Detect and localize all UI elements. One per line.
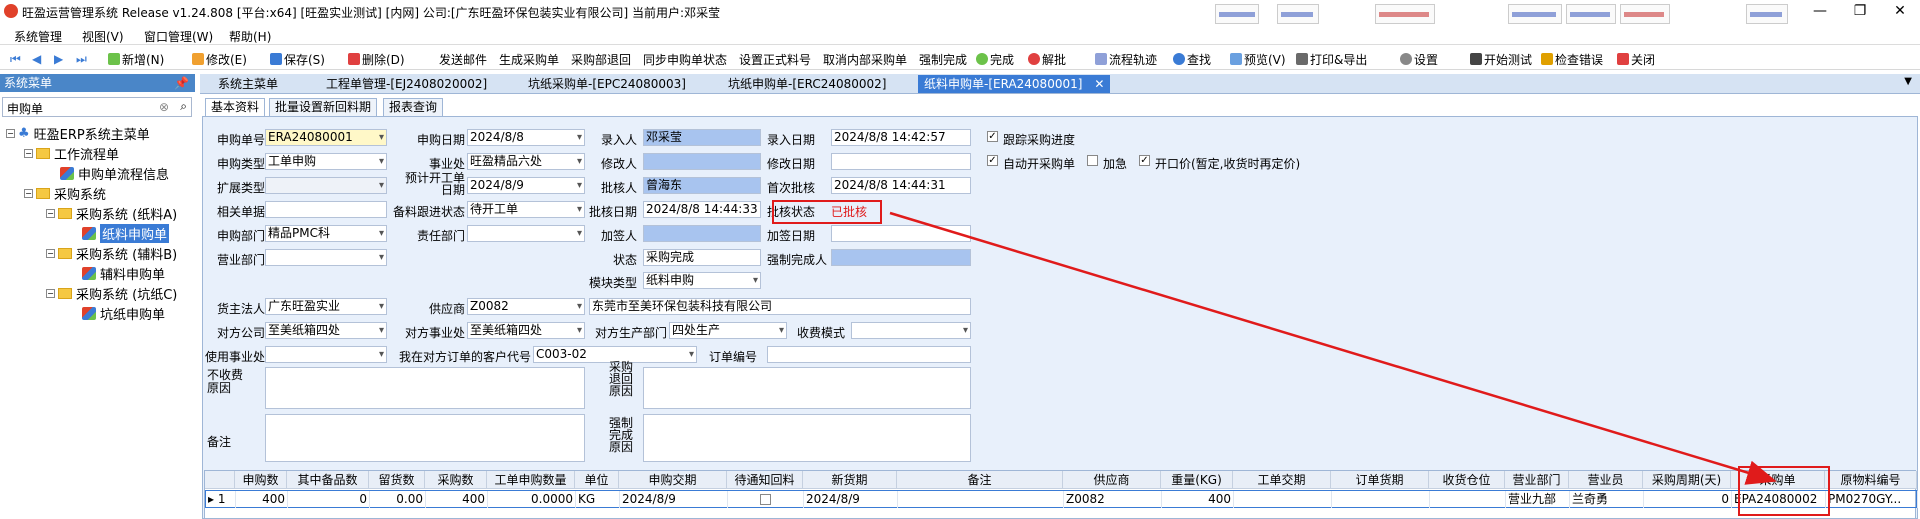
annotation-arrow <box>889 211 1777 485</box>
